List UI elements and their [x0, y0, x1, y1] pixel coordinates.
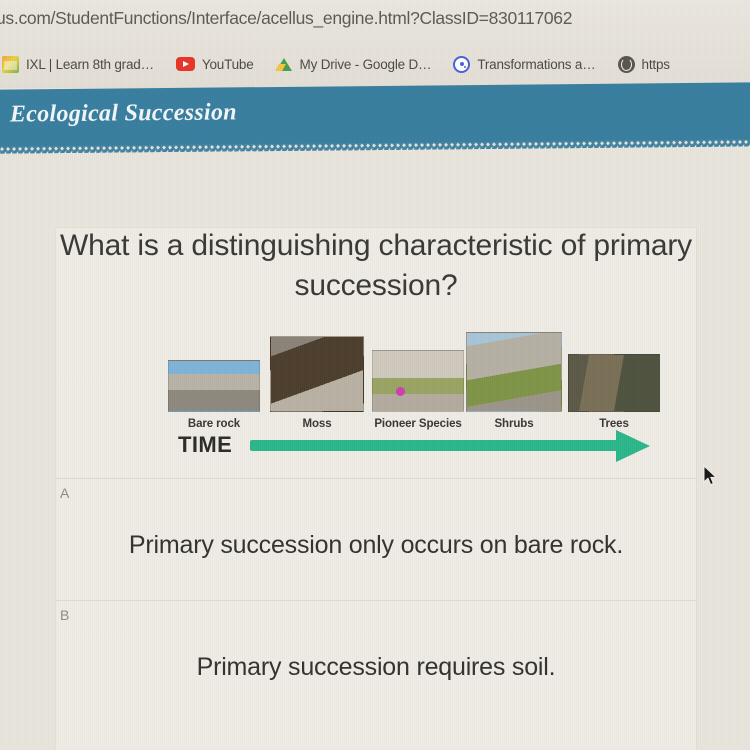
- screen: us.com/StudentFunctions/Interface/acellu…: [0, 0, 750, 750]
- time-arrow-shaft: [250, 440, 620, 451]
- succession-stage-moss: Moss: [270, 336, 364, 430]
- choice-text: Primary succession requires soil.: [196, 653, 556, 681]
- globe-icon: [617, 55, 635, 73]
- succession-stage-trees: Trees: [568, 354, 660, 430]
- bookmark-label: IXL | Learn 8th grad…: [26, 56, 154, 72]
- shrubs-image: [466, 332, 562, 412]
- mouse-cursor-icon: [703, 465, 719, 487]
- browser-chrome: us.com/StudentFunctions/Interface/acellu…: [0, 0, 750, 88]
- succession-stage-bare-rock: Bare rock: [168, 360, 260, 430]
- answer-choice-b[interactable]: B Primary succession requires soil.: [56, 600, 696, 731]
- bookmark-ixl[interactable]: IXL | Learn 8th grad…: [2, 55, 154, 73]
- succession-stage-shrubs: Shrubs: [466, 332, 562, 430]
- moss-image: [270, 336, 364, 412]
- bookmark-label: https: [641, 56, 670, 72]
- stage-label: Trees: [599, 418, 629, 430]
- lesson-title-bar: Ecological Succession: [0, 82, 750, 157]
- stage-label: Bare rock: [187, 418, 241, 430]
- time-label: TIME: [178, 432, 233, 457]
- succession-diagram: Bare rock Moss Pioneer Species Shrubs Tr…: [168, 326, 660, 430]
- answer-choice-a[interactable]: A Primary succession only occurs on bare…: [56, 478, 696, 601]
- bare-rock-image: [168, 360, 260, 412]
- question-text: What is a distinguishing characteristic …: [60, 229, 692, 302]
- stage-label: Moss: [302, 418, 332, 430]
- time-axis: TIME: [168, 430, 660, 464]
- ixl-icon: [2, 55, 19, 73]
- bookmark-label: YouTube: [201, 56, 254, 72]
- bookmark-label: Transformations a…: [477, 56, 596, 72]
- pioneer-species-image: [372, 350, 464, 412]
- page-title: Ecological Succession: [9, 99, 238, 128]
- trees-image: [568, 354, 660, 412]
- youtube-icon: [175, 57, 195, 71]
- choice-letter: A: [60, 485, 70, 501]
- bookmark-my-drive[interactable]: My Drive - Google D…: [275, 56, 432, 73]
- bookmark-label: My Drive - Google D…: [299, 56, 432, 72]
- google-drive-icon: [275, 56, 293, 73]
- bookmark-youtube[interactable]: YouTube: [175, 56, 254, 72]
- stage-label: Shrubs: [494, 418, 534, 430]
- choice-letter: B: [60, 607, 70, 623]
- stage-label: Pioneer Species: [374, 418, 462, 430]
- bookmark-https[interactable]: https: [617, 55, 670, 73]
- address-bar-url[interactable]: us.com/StudentFunctions/Interface/acellu…: [0, 8, 572, 29]
- time-arrow-head-icon: [616, 430, 650, 462]
- bookmark-transformations[interactable]: Transformations a…: [453, 55, 596, 73]
- choice-text: Primary succession only occurs on bare r…: [128, 531, 624, 559]
- quizizz-icon: [453, 55, 471, 73]
- bookmarks-bar: IXL | Learn 8th grad… YouTube My Drive -…: [0, 48, 750, 80]
- succession-stage-pioneer-species: Pioneer Species: [372, 350, 464, 430]
